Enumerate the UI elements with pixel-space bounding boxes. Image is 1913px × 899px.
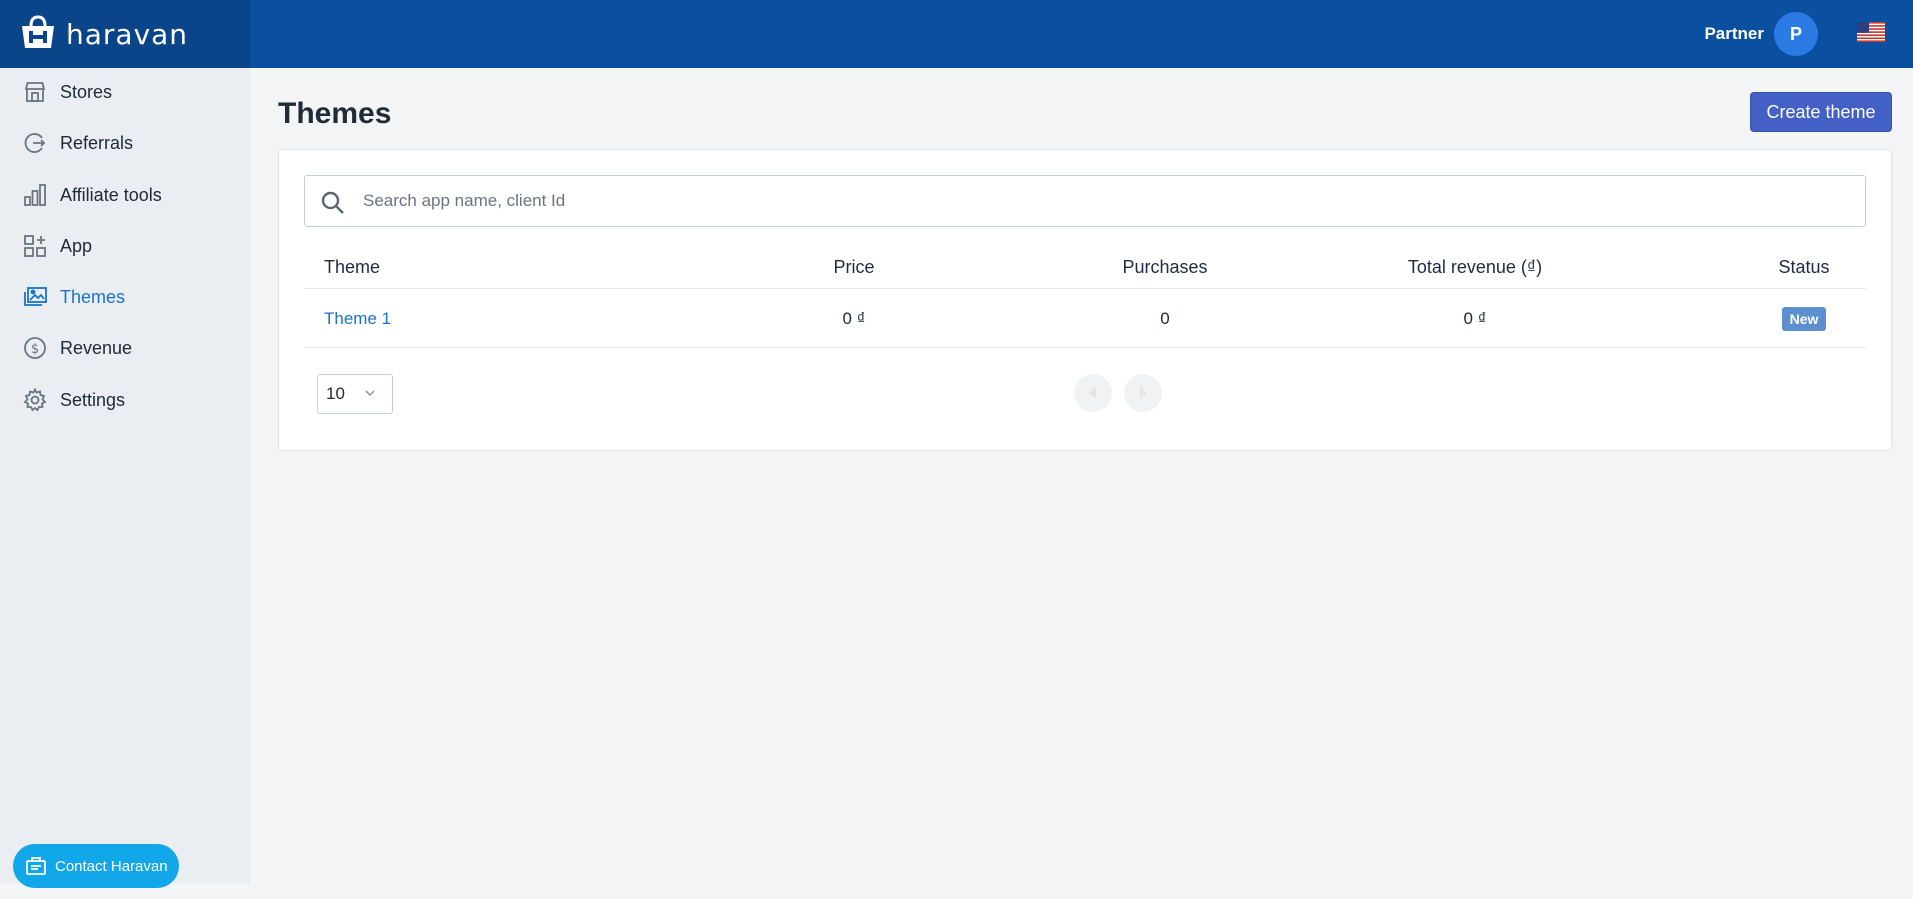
search-box[interactable] bbox=[304, 175, 1866, 227]
sidebar-item-label: Affiliate tools bbox=[60, 184, 162, 205]
partner-label: Partner bbox=[1704, 24, 1764, 43]
chevron-left-icon bbox=[1089, 387, 1096, 399]
theme-name-link[interactable]: Theme 1 bbox=[324, 309, 391, 329]
column-header-theme[interactable]: Theme bbox=[324, 247, 380, 287]
page-size-value: 10 bbox=[326, 384, 345, 403]
contact-haravan-button[interactable]: Contact Haravan bbox=[13, 844, 179, 888]
sidebar-item-app[interactable]: App bbox=[0, 222, 250, 270]
sidebar-item-affiliate-tools[interactable]: Affiliate tools bbox=[0, 171, 250, 219]
sidebar-item-label: Settings bbox=[60, 389, 126, 410]
contact-label: Contact Haravan bbox=[55, 857, 168, 875]
column-header-status[interactable]: Status bbox=[1704, 247, 1904, 287]
previous-page-button[interactable] bbox=[1074, 374, 1112, 412]
create-theme-button[interactable]: Create theme bbox=[1750, 92, 1892, 132]
search-input[interactable] bbox=[363, 176, 1853, 226]
us-flag-icon[interactable] bbox=[1857, 22, 1885, 42]
table-row[interactable]: Theme 1 bbox=[324, 290, 391, 348]
sidebar-item-label: App bbox=[60, 235, 93, 256]
sidebar-item-revenue[interactable]: $ Revenue bbox=[0, 324, 250, 372]
sidebar: Stores Referrals Affiliate tools App The… bbox=[0, 68, 250, 884]
row-divider bbox=[304, 347, 1866, 348]
dollar-circle-icon: $ bbox=[22, 335, 48, 361]
chevron-right-icon bbox=[1140, 387, 1147, 399]
partner-menu[interactable]: Partner P bbox=[1704, 12, 1818, 56]
sidebar-item-themes[interactable]: Themes bbox=[0, 273, 250, 321]
page-title: Themes bbox=[278, 97, 392, 130]
svg-text:$: $ bbox=[31, 342, 39, 357]
price-cell: 0 ₫ bbox=[842, 309, 866, 328]
purchases-cell: 0 bbox=[1160, 309, 1170, 328]
next-page-button[interactable] bbox=[1124, 374, 1162, 412]
status-badge: New bbox=[1781, 307, 1827, 331]
logo[interactable]: haravan bbox=[0, 0, 250, 68]
avatar[interactable]: P bbox=[1774, 12, 1818, 56]
chevron-down-icon bbox=[365, 390, 375, 397]
store-icon bbox=[22, 79, 48, 105]
header-divider bbox=[304, 288, 1866, 289]
page-size-select[interactable]: 10 bbox=[317, 374, 393, 414]
sidebar-item-settings[interactable]: Settings bbox=[0, 376, 250, 424]
haravan-logo-icon bbox=[22, 15, 54, 48]
status-cell: New bbox=[1704, 290, 1904, 348]
apps-grid-icon bbox=[22, 233, 48, 259]
column-header-price[interactable]: Price bbox=[754, 247, 954, 287]
sidebar-item-label: Themes bbox=[60, 286, 126, 307]
revenue-cell: 0 ₫ bbox=[1463, 309, 1487, 328]
sidebar-item-label: Referrals bbox=[60, 132, 134, 153]
top-bar: haravan Partner P bbox=[0, 0, 1913, 68]
sidebar-item-label: Revenue bbox=[60, 337, 133, 358]
gear-icon bbox=[22, 387, 48, 413]
search-icon bbox=[321, 191, 344, 214]
themes-icon bbox=[22, 284, 48, 310]
sidebar-item-label: Stores bbox=[60, 81, 113, 102]
themes-card: Theme Price Purchases Total revenue (₫) … bbox=[278, 149, 1892, 451]
referral-icon bbox=[22, 130, 48, 156]
sidebar-item-stores[interactable]: Stores bbox=[0, 68, 250, 116]
brand-name: haravan bbox=[66, 17, 189, 51]
sidebar-item-referrals[interactable]: Referrals bbox=[0, 119, 250, 167]
contact-icon bbox=[26, 857, 46, 875]
column-header-total-revenue[interactable]: Total revenue (₫) bbox=[1325, 247, 1625, 287]
chart-bar-icon bbox=[22, 182, 48, 208]
column-header-purchases[interactable]: Purchases bbox=[1065, 247, 1265, 287]
